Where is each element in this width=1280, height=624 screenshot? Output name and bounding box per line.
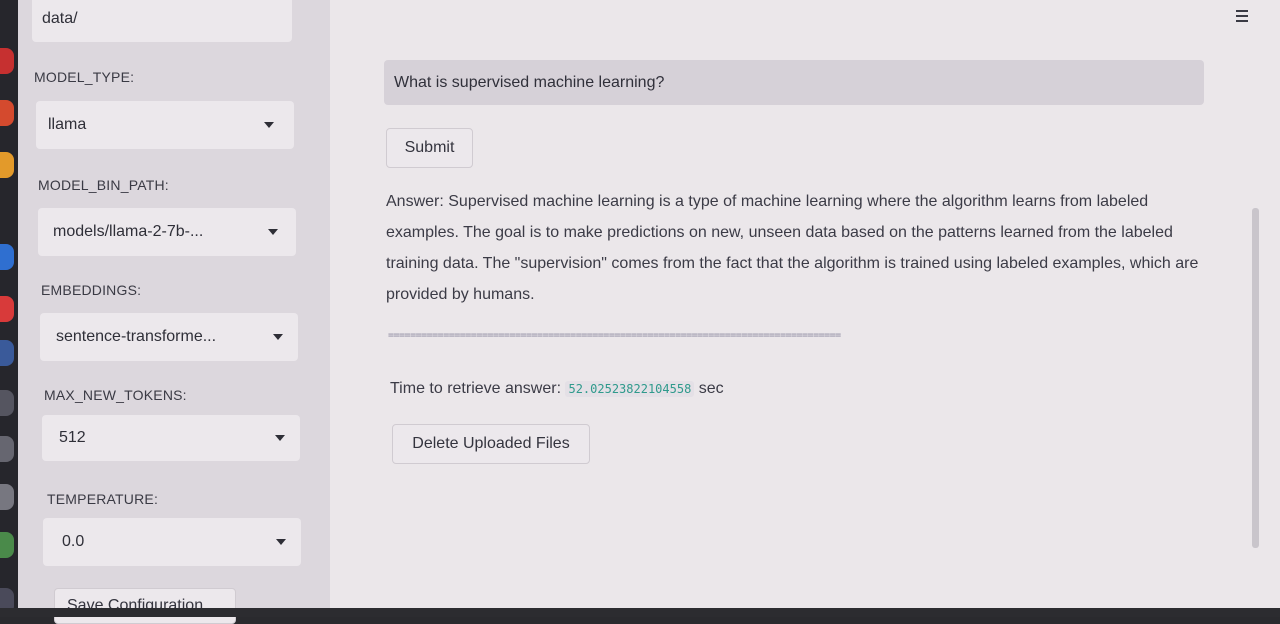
dock-app-icon[interactable] (0, 152, 14, 178)
screen-bottom-edge (0, 608, 1280, 617)
dock-app-icon[interactable] (0, 100, 14, 126)
model-type-label: MODEL_TYPE: (34, 69, 135, 85)
model-bin-path-select[interactable]: models/llama-2-7b-... (38, 208, 296, 256)
embeddings-select[interactable]: sentence-transforme... (40, 313, 298, 361)
os-dock (0, 0, 18, 617)
hamburger-menu-icon[interactable] (1236, 10, 1248, 24)
caret-down-icon (275, 435, 285, 441)
model-type-value: llama (48, 116, 87, 133)
delete-uploaded-files-button[interactable]: Delete Uploaded Files (392, 424, 590, 464)
submit-button[interactable]: Submit (386, 128, 473, 168)
temperature-value: 0.0 (62, 533, 85, 550)
dock-app-icon[interactable] (0, 244, 14, 270)
max-new-tokens-label: MAX_NEW_TOKENS: (44, 387, 187, 403)
caret-down-icon (264, 122, 274, 128)
dock-app-icon[interactable] (0, 390, 14, 416)
folder-input[interactable]: data/ (32, 0, 292, 42)
model-bin-path-value: models/llama-2-7b-... (53, 223, 204, 240)
app-window: data/ MODEL_TYPE: llama MODEL_BIN_PATH: … (0, 0, 1280, 624)
embeddings-label: EMBEDDINGS: (41, 282, 142, 298)
time-label: Time to retrieve answer: (390, 380, 562, 397)
time-unit: sec (698, 380, 724, 397)
dock-app-icon[interactable] (0, 296, 14, 322)
dock-app-icon[interactable] (0, 340, 14, 366)
answer-text: Answer: Supervised machine learning is a… (386, 193, 1199, 303)
sidebar: data/ MODEL_TYPE: llama MODEL_BIN_PATH: … (18, 0, 330, 624)
time-value: 52.02523822104558 (565, 381, 695, 397)
caret-down-icon (268, 229, 278, 235)
save-configuration-button[interactable]: Save Configuration (54, 588, 236, 624)
embeddings-value: sentence-transforme... (56, 328, 217, 345)
answer-divider: ========================================… (388, 330, 841, 341)
folder-input-value: data/ (42, 10, 78, 27)
temperature-select[interactable]: 0.0 (43, 518, 301, 566)
temperature-label: TEMPERATURE: (47, 491, 159, 507)
dock-app-icon[interactable] (0, 48, 14, 74)
caret-down-icon (276, 539, 286, 545)
scrollbar[interactable] (1252, 208, 1259, 548)
model-bin-path-label: MODEL_BIN_PATH: (38, 177, 169, 193)
dock-app-icon[interactable] (0, 484, 14, 510)
question-input[interactable]: What is supervised machine learning? (384, 60, 1204, 105)
retrieval-time: Time to retrieve answer: 52.025238221045… (390, 380, 724, 398)
model-type-select[interactable]: llama (36, 101, 294, 149)
dock-app-icon[interactable] (0, 436, 14, 462)
max-new-tokens-select[interactable]: 512 (42, 415, 300, 461)
max-new-tokens-value: 512 (59, 429, 86, 446)
dock-app-icon[interactable] (0, 532, 14, 558)
caret-down-icon (273, 334, 283, 340)
